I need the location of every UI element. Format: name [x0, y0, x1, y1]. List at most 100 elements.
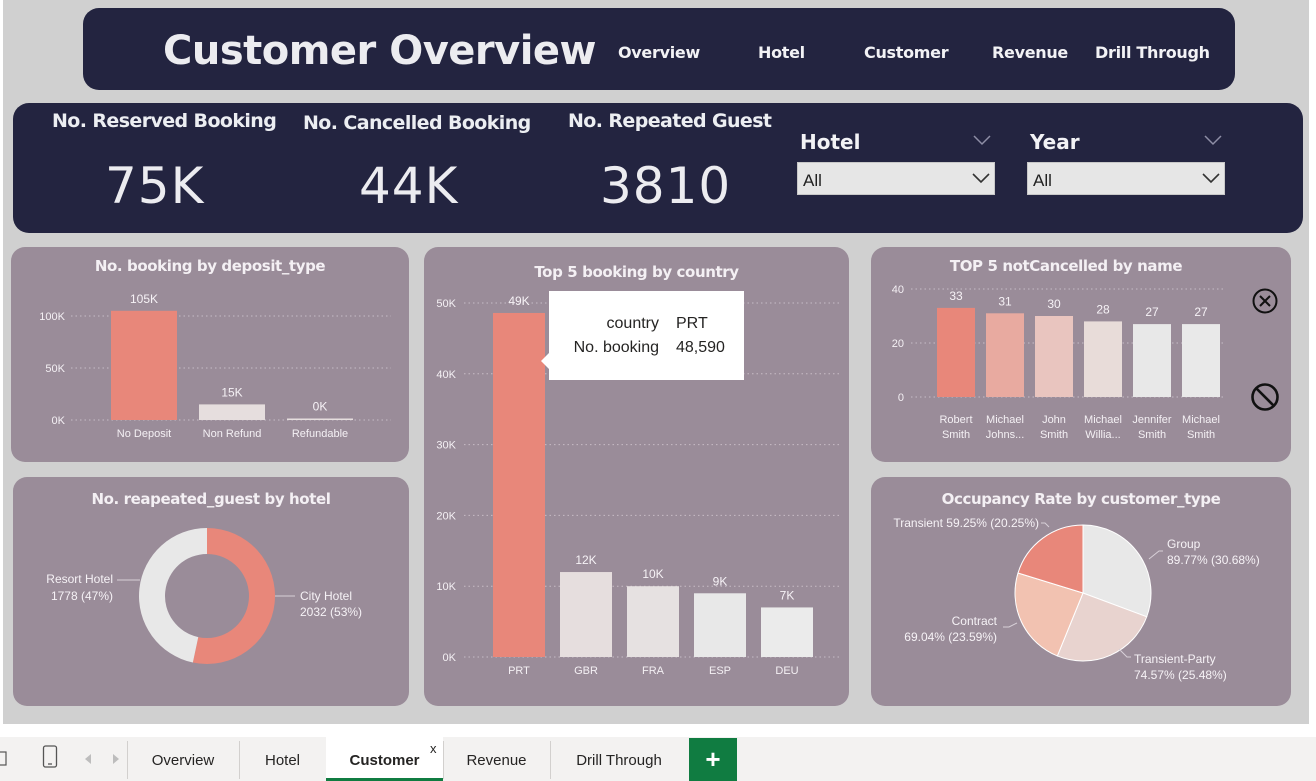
tab-overview[interactable]: Overview	[127, 737, 239, 781]
data-label: 27	[1194, 305, 1208, 319]
add-page-button[interactable]: +	[689, 738, 737, 781]
hotel-slicer-dropdown[interactable]: All	[797, 162, 995, 195]
bar	[1084, 321, 1122, 397]
nav-overview[interactable]: Overview	[618, 43, 700, 62]
x-tick-label: Johns...	[986, 429, 1025, 441]
x-tick-label: Smith	[1187, 429, 1215, 441]
data-label: 105K	[130, 292, 158, 306]
page-tab-strip: Overview Hotel Customer x Revenue Drill …	[0, 737, 1316, 781]
repeated-guest-donut-panel[interactable]: No. reapeated_guest by hotel City Hotel 2…	[13, 477, 409, 706]
y-tick-label: 0	[898, 392, 904, 404]
y-tick-label: 20	[892, 338, 904, 350]
slice-label: 1778 (47%)	[51, 589, 113, 603]
slicer-collapse-chevron-icon[interactable]	[1204, 134, 1222, 146]
x-tick-label: Smith	[1138, 429, 1166, 441]
slice-label: 69.04% (23.59%)	[904, 630, 997, 644]
data-label: 33	[949, 289, 963, 303]
tooltip-key: country	[606, 315, 659, 332]
y-tick-label: 40	[892, 284, 904, 296]
leader-line	[1148, 550, 1163, 560]
y-tick-label: 50K	[45, 363, 65, 375]
tooltip-value: PRT	[676, 315, 708, 332]
y-tick-label: 10K	[436, 581, 456, 593]
bar	[560, 572, 612, 657]
bar	[287, 418, 353, 420]
bar	[986, 313, 1024, 397]
data-label: 15K	[221, 385, 242, 399]
x-tick-label: Refundable	[292, 428, 348, 440]
tooltip-pointer	[541, 352, 550, 370]
x-tick-label: Willia...	[1085, 429, 1120, 441]
chevron-left-icon[interactable]	[84, 753, 92, 765]
nav-hotel[interactable]: Hotel	[758, 43, 805, 62]
x-tick-label: No Deposit	[117, 428, 171, 440]
slicer-collapse-chevron-icon[interactable]	[973, 134, 991, 146]
deposit-type-chart-panel[interactable]: No. booking by deposit_type 0K 50K 100K 105…	[11, 247, 409, 462]
bar	[1182, 324, 1220, 397]
x-tick-label: PRT	[508, 665, 530, 677]
bar	[199, 404, 265, 420]
nav-revenue[interactable]: Revenue	[992, 43, 1068, 62]
y-tick-label: 0K	[52, 415, 66, 427]
x-tick-label: Non Refund	[203, 428, 262, 440]
close-tab-icon[interactable]: x	[430, 741, 437, 756]
tooltip-key: No. booking	[573, 339, 659, 356]
kpi-cancelled-label: No. Cancelled Booking	[303, 112, 531, 134]
y-tick-label: 50K	[436, 298, 456, 310]
data-label: 7K	[780, 588, 795, 602]
year-slicer-dropdown[interactable]: All	[1027, 162, 1225, 195]
data-label: 30	[1047, 297, 1061, 311]
slice-label: Transient 59.25% (20.25%)	[893, 516, 1039, 530]
not-cancelled-bar-chart: 0 20 40 33 Robert Smith 31 Michael Johns... 30 Joh…	[892, 284, 1226, 441]
prohibited-icon[interactable]	[1250, 382, 1280, 412]
data-label: 0K	[313, 400, 328, 414]
x-tick-label: GBR	[574, 665, 598, 677]
slice-label: Resort Hotel	[46, 572, 113, 586]
x-tick-label: Smith	[1040, 429, 1068, 441]
tooltip-value: 48,590	[676, 339, 725, 356]
y-tick-label: 0K	[443, 652, 457, 664]
y-tick-label: 30K	[436, 440, 456, 452]
tab-hotel[interactable]: Hotel	[239, 737, 326, 781]
x-tick-label: Michael	[1182, 414, 1220, 426]
occupancy-pie-panel[interactable]: Occupancy Rate by customer_type Group 89.…	[871, 477, 1291, 706]
x-tick-label: Michael	[986, 414, 1024, 426]
bar	[1133, 324, 1171, 397]
chevron-down-icon	[972, 173, 990, 184]
nav-customer[interactable]: Customer	[864, 43, 949, 62]
page-title: Customer Overview	[163, 28, 597, 74]
nav-drill-through[interactable]: Drill Through	[1095, 43, 1210, 62]
slice-label: 89.77% (30.68%)	[1167, 553, 1260, 567]
report-canvas: Customer Overview Overview Hotel Custome…	[3, 0, 1309, 724]
hotel-slicer-label: Hotel	[800, 130, 861, 154]
kpi-reserved-label: No. Reserved Booking	[52, 110, 277, 132]
slice-label: City Hotel	[300, 589, 352, 603]
tab-drill-through[interactable]: Drill Through	[550, 737, 688, 781]
x-tick-label: Michael	[1084, 414, 1122, 426]
x-tick-label: Jennifer	[1132, 414, 1171, 426]
x-tick-label: FRA	[642, 665, 665, 677]
year-slicer-value: All	[1033, 171, 1052, 190]
tab-customer[interactable]: Customer	[326, 737, 443, 781]
x-tick-label: ESP	[709, 665, 731, 677]
chevron-right-icon[interactable]	[112, 753, 120, 765]
tab-revenue[interactable]: Revenue	[443, 737, 550, 781]
mobile-view-icon[interactable]	[42, 745, 58, 769]
not-cancelled-chart-panel[interactable]: TOP 5 notCancelled by name 0 20 40 33 Robert…	[871, 247, 1291, 462]
kpi-repeated-label: No. Repeated Guest	[568, 110, 772, 132]
y-tick-label: 20K	[436, 510, 456, 522]
y-tick-label: 40K	[436, 369, 456, 381]
donut-slice	[138, 528, 207, 663]
desktop-view-icon[interactable]	[0, 751, 8, 767]
kpi-cancelled-value: 44K	[359, 157, 459, 215]
circle-x-icon[interactable]	[1251, 287, 1279, 315]
data-label: 27	[1145, 305, 1159, 319]
slice-label: 74.57% (25.48%)	[1134, 668, 1227, 682]
hotel-slicer-value: All	[803, 171, 822, 190]
chevron-down-icon	[1202, 173, 1220, 184]
deposit-type-bar-chart: 0K 50K 100K 105K No Deposit 15K Non Refund 0K Re…	[39, 292, 391, 440]
plus-icon: +	[705, 744, 721, 774]
data-label: 28	[1096, 302, 1110, 316]
data-label: 31	[998, 294, 1012, 308]
slice-label: 2032 (53%)	[300, 605, 362, 619]
